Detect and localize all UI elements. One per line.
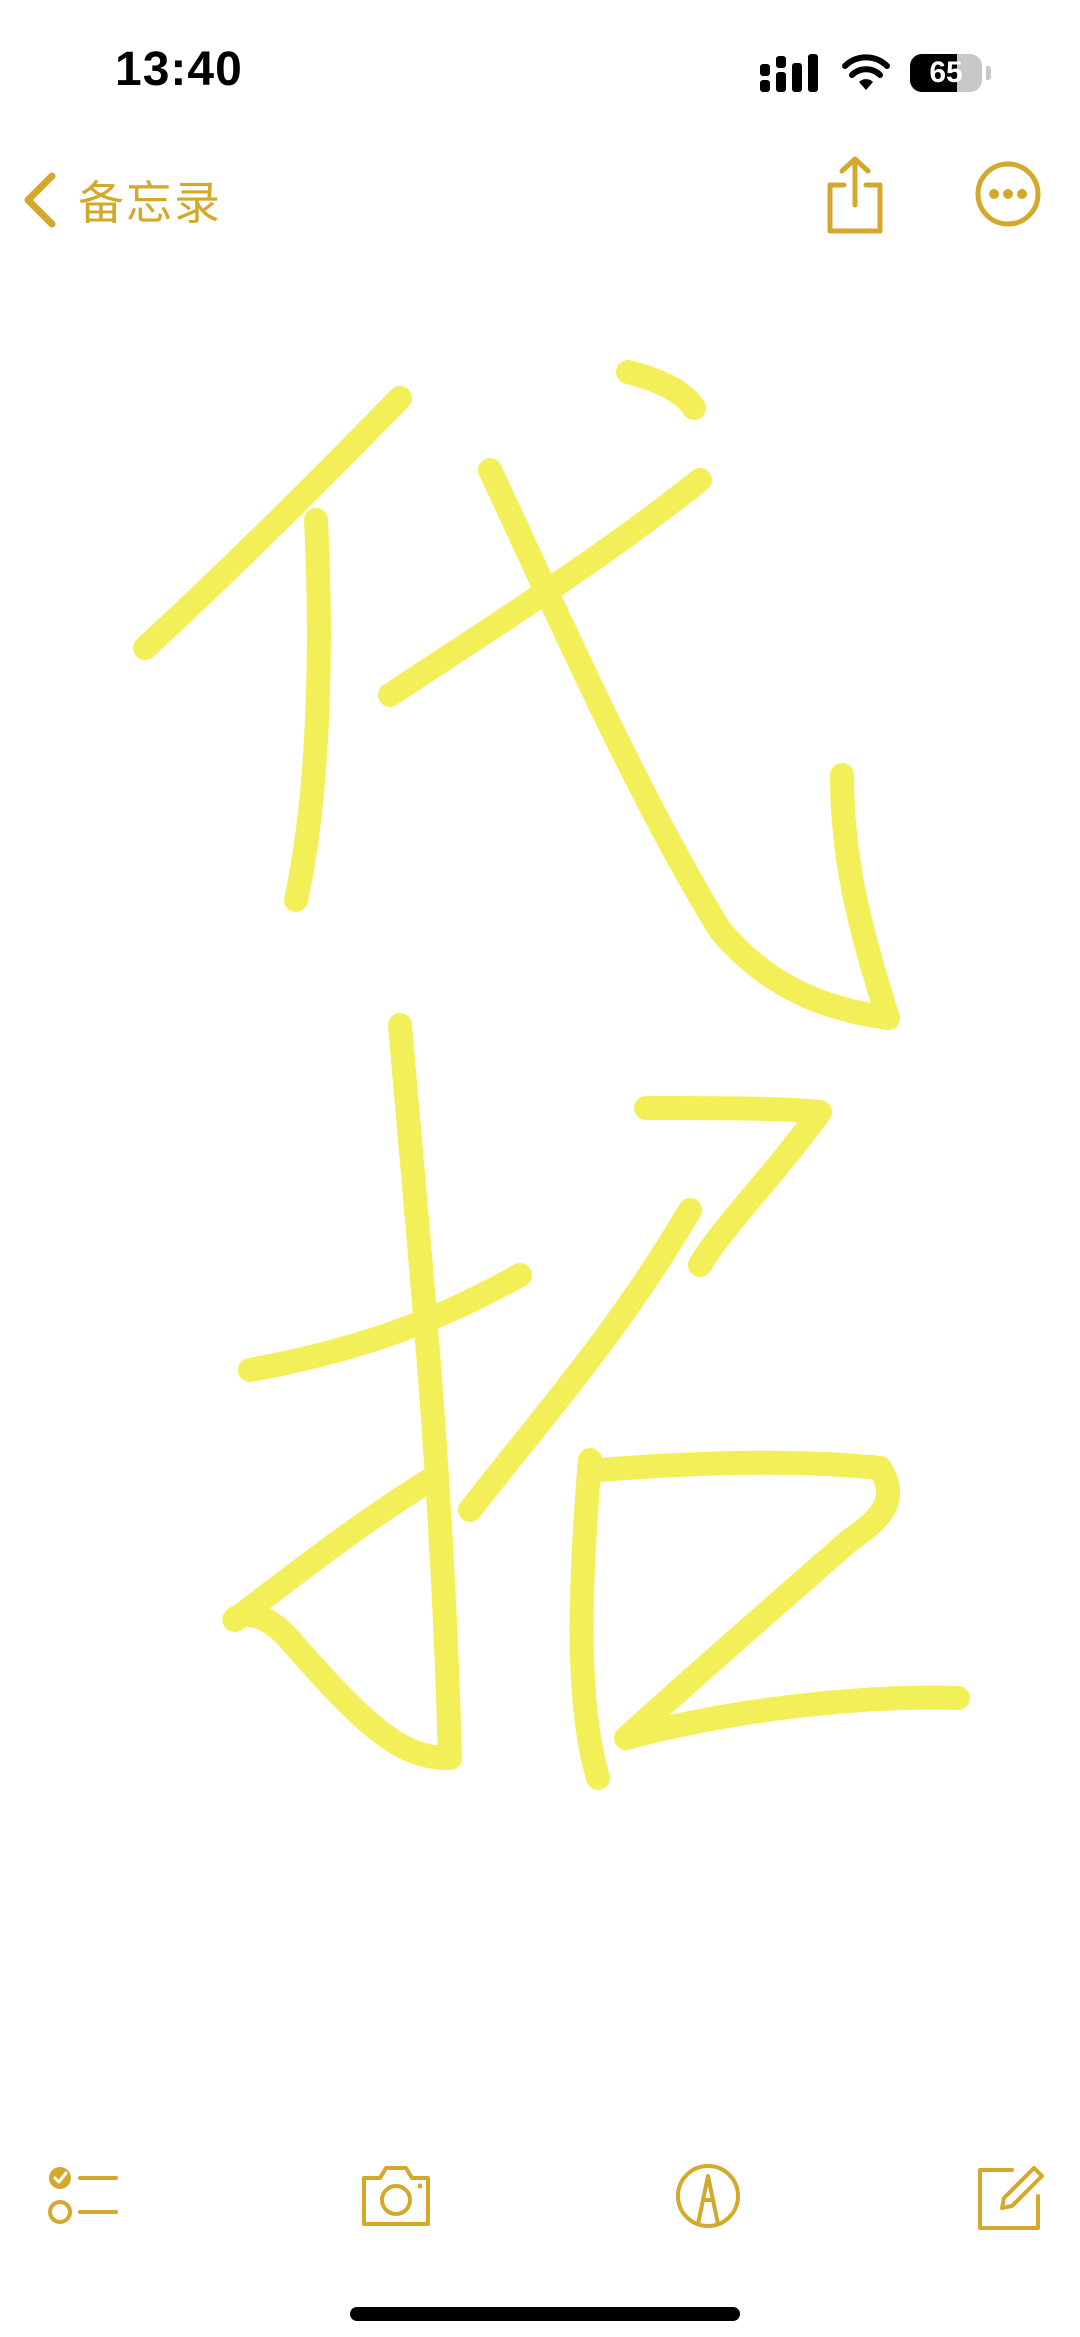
- battery-icon: 65: [910, 52, 1000, 96]
- compose-icon[interactable]: [968, 2150, 1048, 2240]
- bottom-toolbar: [0, 2150, 1080, 2240]
- stroke: [133, 386, 412, 660]
- status-icons: 65: [760, 48, 1020, 98]
- stroke: [478, 458, 900, 1030]
- stroke: [569, 1448, 610, 1790]
- battery-body: 65: [910, 54, 982, 92]
- battery-cap: [986, 66, 991, 80]
- stroke: [284, 508, 331, 912]
- camera-icon[interactable]: [356, 2150, 436, 2240]
- nav-bar: 备忘录: [0, 150, 1080, 270]
- battery-percent: 65: [929, 56, 963, 89]
- more-ellipsis-icon[interactable]: [974, 160, 1042, 228]
- home-indicator[interactable]: [350, 2307, 740, 2321]
- stroke: [222, 1013, 462, 1771]
- back-button[interactable]: 备忘录: [20, 160, 222, 240]
- status-bar: 13:40 65: [0, 0, 1080, 150]
- chevron-left-icon: [24, 172, 56, 228]
- handwriting-drawing[interactable]: [0, 290, 1080, 1830]
- share-icon[interactable]: [822, 155, 888, 235]
- status-time: 13:40: [115, 43, 243, 96]
- wifi-icon: [842, 54, 890, 90]
- stroke: [238, 1263, 532, 1382]
- note-canvas[interactable]: [0, 290, 1080, 1830]
- stroke: [588, 1450, 970, 1750]
- back-label: 备忘录: [78, 176, 222, 230]
- cellular-signal-icon: [760, 54, 818, 92]
- stroke: [616, 360, 706, 420]
- markup-pen-icon[interactable]: [668, 2150, 748, 2240]
- checklist-icon[interactable]: [46, 2150, 126, 2240]
